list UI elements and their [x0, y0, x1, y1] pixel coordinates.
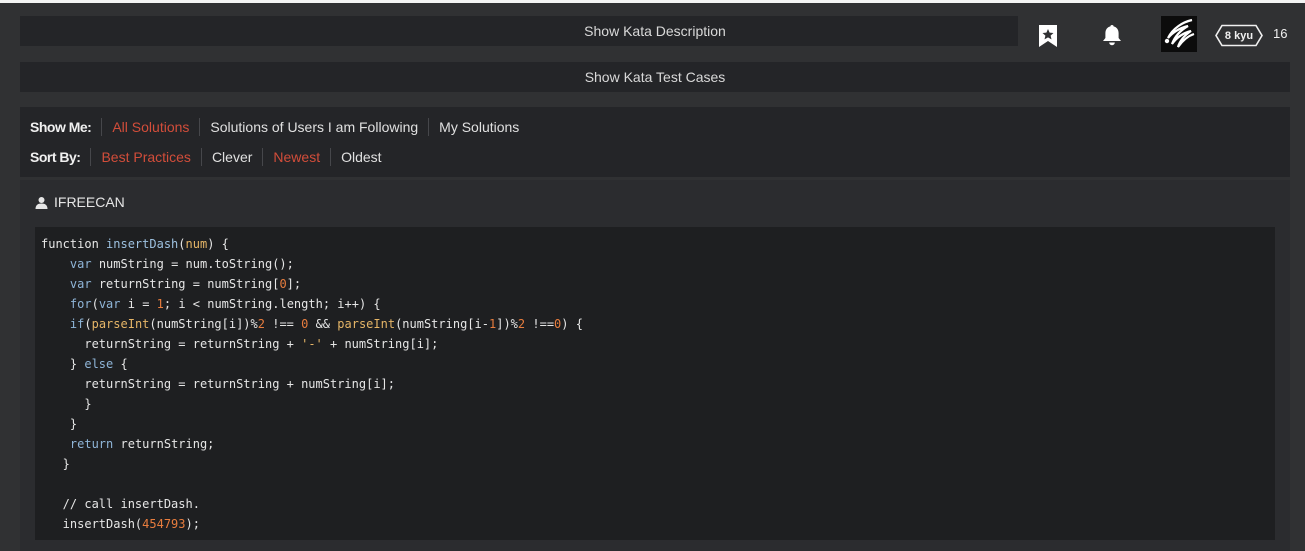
sort-oldest[interactable]: Oldest: [330, 148, 391, 166]
code-line: } else {: [41, 357, 128, 371]
solution-author[interactable]: IFREECAN: [35, 194, 125, 210]
code-line: if(parseInt(numString[i])%2 !== 0 && par…: [69, 317, 583, 331]
code-line: var numString = num.toString();: [69, 257, 294, 271]
code-line: }: [41, 457, 70, 471]
avatar[interactable]: [1161, 16, 1197, 52]
code-line: insertDash(454793);: [41, 517, 200, 531]
sort-by-row: Sort By: Best Practices Clever Newest Ol…: [30, 148, 392, 166]
code-line: return returnString;: [69, 437, 215, 451]
code-line: }: [41, 417, 78, 431]
sort-newest[interactable]: Newest: [262, 148, 330, 166]
code-line: returnString = returnString + '-' + numS…: [41, 337, 439, 351]
show-kata-description-label: Show Kata Description: [584, 23, 726, 39]
solutions-filter-panel: Show Me: All Solutions Solutions of User…: [20, 107, 1290, 177]
show-kata-test-cases-label: Show Kata Test Cases: [584, 69, 726, 85]
code-line: for(var i = 1; i < numString.length; i++…: [69, 297, 381, 311]
top-border: [0, 0, 1305, 3]
sort-by-label: Sort By:: [30, 149, 81, 165]
show-me-label: Show Me:: [30, 119, 92, 135]
solution-card: IFREECAN function insertDash(num) { var …: [20, 180, 1290, 551]
show-kata-test-cases-button[interactable]: Show Kata Test Cases: [20, 62, 1290, 92]
code-line: // call insertDash.: [41, 497, 200, 511]
bell-icon[interactable]: [1100, 23, 1124, 47]
bookmark-star-icon[interactable]: [1038, 24, 1058, 48]
code-line: function insertDash(num) {: [41, 237, 229, 251]
rank-badge[interactable]: 8 kyu: [1214, 24, 1264, 47]
rank-label: 8 kyu: [1224, 29, 1254, 42]
filter-following[interactable]: Solutions of Users I am Following: [199, 118, 428, 136]
user-icon: [35, 196, 48, 209]
filter-all-solutions[interactable]: All Solutions: [101, 118, 199, 136]
honor-count: 16: [1273, 26, 1288, 41]
code-line: }: [41, 397, 92, 411]
filter-my-solutions[interactable]: My Solutions: [428, 118, 529, 136]
show-me-row: Show Me: All Solutions Solutions of User…: [30, 118, 529, 136]
code-block: function insertDash(num) { var numString…: [35, 227, 1275, 540]
code-line: var returnString = numString[0];: [69, 277, 302, 291]
sort-clever[interactable]: Clever: [200, 148, 262, 166]
sort-best-practices[interactable]: Best Practices: [90, 148, 200, 166]
code-line: returnString = returnString + numString[…: [41, 377, 396, 391]
author-name: IFREECAN: [54, 194, 125, 210]
user-header: 8 kyu 16: [1018, 4, 1305, 62]
